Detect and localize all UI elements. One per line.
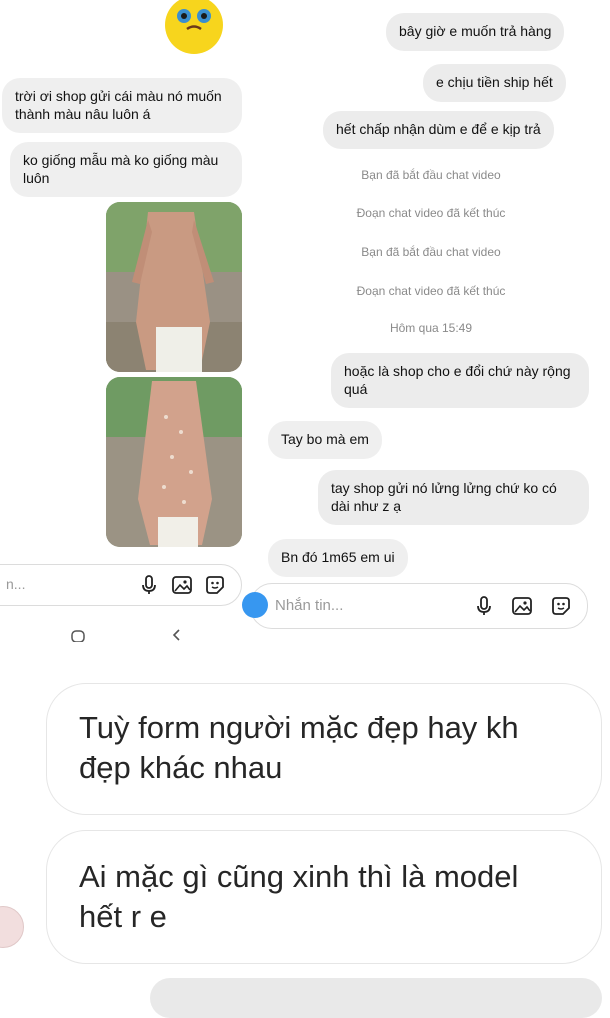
incoming-message: Tay bo mà em [268,421,382,459]
chat-timestamp: Hôm qua 15:49 [389,321,473,335]
product-photo[interactable] [106,202,242,372]
incoming-message: trời ơi shop gửi cái màu nó muốn thành m… [2,78,242,133]
message-input-placeholder: n... [6,576,26,592]
left-chat-panel: trời ơi shop gửi cái màu nó muốn thành m… [0,0,252,650]
outgoing-message: e chịu tiền ship hết [423,64,566,102]
home-nav-icon[interactable] [70,628,86,642]
product-photo[interactable] [106,377,242,547]
image-icon[interactable] [171,574,193,596]
outgoing-message: hoặc là shop cho e đổi chứ này rộng quá [331,353,589,408]
system-message: Bạn đã bắt đầu chat video [361,168,501,182]
incoming-message-large: Tuỳ form người mặc đẹp hay kh đẹp khác n… [46,683,602,815]
system-message: Bạn đã bắt đầu chat video [361,245,501,259]
incoming-message: ko giống mẫu mà ko giống màu luôn [10,142,242,197]
avatar [0,906,24,948]
back-nav-icon[interactable] [170,628,182,642]
avatar-emoji-icon [165,0,223,54]
system-message: Đoạn chat video đã kết thúc [356,206,506,220]
outgoing-message: hết chấp nhận dùm e để e kịp trả [323,111,554,149]
microphone-icon[interactable] [473,595,495,617]
next-message-edge [150,978,602,1018]
outgoing-message: tay shop gửi nó lửng lửng chứ ko có dài … [318,470,589,525]
sticker-icon[interactable] [550,595,572,617]
incoming-message-large: Ai mặc gì cũng xinh thì là model hết r e [46,830,602,964]
system-message: Đoạn chat video đã kết thúc [356,284,506,298]
incoming-message: Bn đó 1m65 em ui [268,539,408,577]
message-input-placeholder: Nhắn tin... [275,597,344,614]
image-icon[interactable] [511,595,533,617]
microphone-icon[interactable] [138,574,160,596]
camera-button[interactable] [242,592,268,618]
outgoing-message: bây giờ e muốn trả hàng [386,13,565,51]
sticker-icon[interactable] [204,574,226,596]
